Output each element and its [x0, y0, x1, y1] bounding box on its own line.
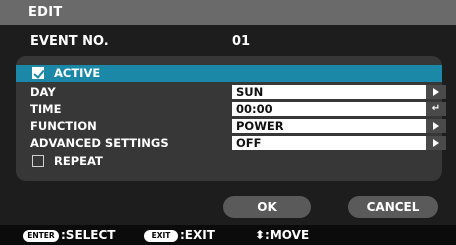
time-field[interactable]: 00:00 ↵ — [232, 102, 446, 116]
exit-hint: :EXIT — [180, 228, 215, 242]
active-row[interactable]: ACTIVE — [16, 65, 442, 82]
day-field[interactable]: SUN — [232, 85, 446, 99]
function-value: POWER — [236, 119, 284, 133]
function-field[interactable]: POWER — [232, 119, 446, 133]
arrow-right-icon[interactable] — [426, 136, 446, 150]
footer-hints: ENTER :SELECT EXIT :EXIT ⬍:MOVE — [0, 225, 456, 245]
check-icon — [33, 67, 45, 79]
event-number-value: 01 — [232, 34, 251, 49]
exit-key-icon: EXIT — [144, 230, 178, 242]
enter-key-icon: ENTER — [23, 230, 59, 242]
enter-icon[interactable]: ↵ — [426, 102, 446, 116]
day-value: SUN — [236, 85, 264, 99]
time-value: 00:00 — [236, 102, 273, 116]
title-bar: EDIT — [0, 0, 456, 25]
advanced-settings-field[interactable]: OFF — [232, 136, 446, 150]
time-label: TIME — [30, 102, 62, 116]
repeat-checkbox[interactable] — [32, 155, 44, 167]
event-number-label: EVENT NO. — [30, 34, 109, 49]
repeat-label: REPEAT — [54, 154, 103, 168]
arrow-right-icon[interactable] — [426, 119, 446, 133]
window-title: EDIT — [28, 5, 63, 20]
cancel-button[interactable]: CANCEL — [348, 196, 438, 218]
advanced-settings-value: OFF — [236, 136, 262, 150]
active-checkbox[interactable] — [32, 67, 45, 79]
function-label: FUNCTION — [30, 119, 97, 133]
active-label: ACTIVE — [54, 66, 101, 80]
day-label: DAY — [30, 85, 56, 99]
move-hint: ⬍:MOVE — [255, 228, 310, 242]
event-number-row: EVENT NO. 01 — [0, 31, 456, 53]
arrow-right-icon[interactable] — [426, 85, 446, 99]
select-hint: :SELECT — [61, 228, 116, 242]
ok-button[interactable]: OK — [223, 196, 311, 218]
advanced-settings-label: ADVANCED SETTINGS — [30, 136, 169, 150]
